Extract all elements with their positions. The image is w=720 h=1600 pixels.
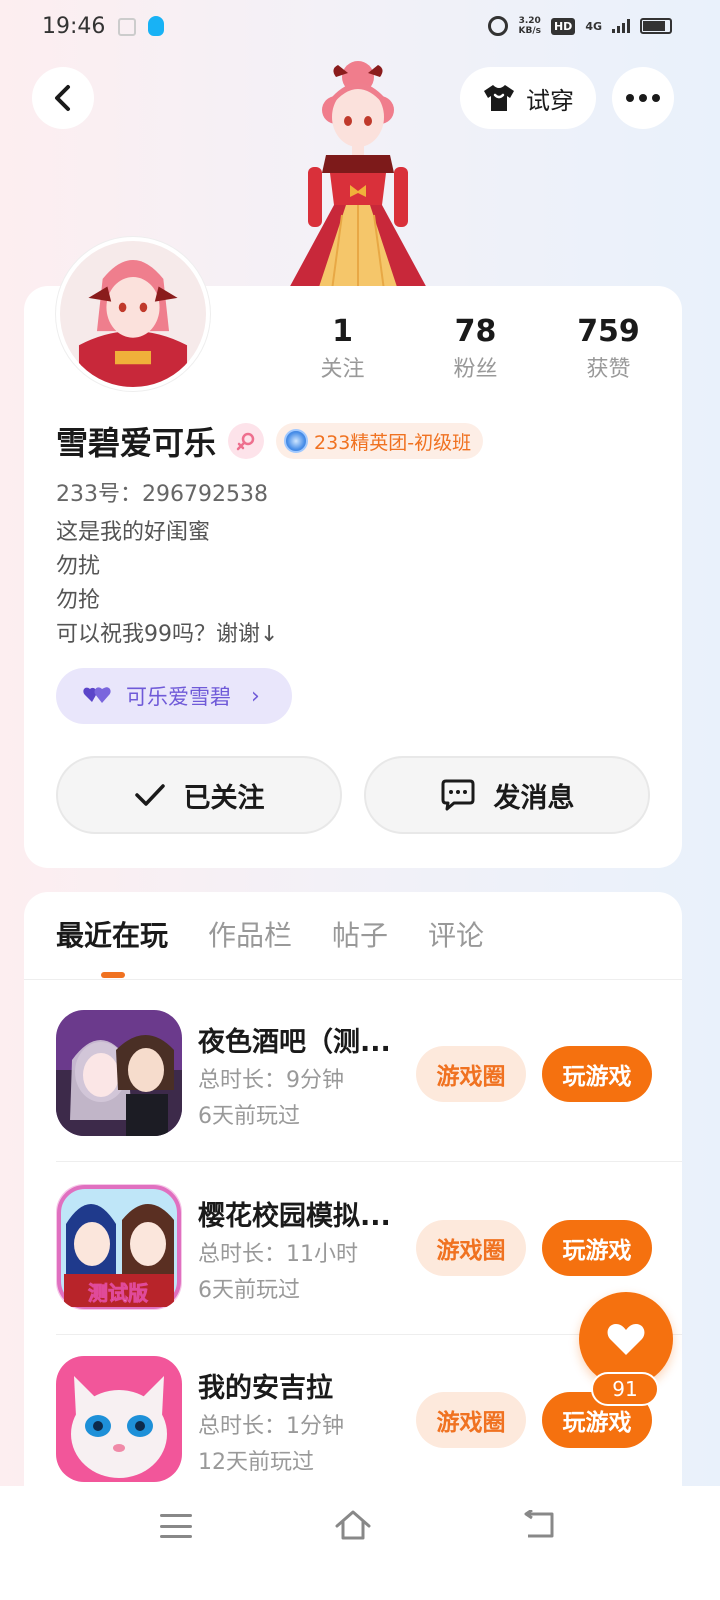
game-circle-button[interactable]: 游戏圈 [416, 1046, 526, 1102]
user-id: 233号：296792538 [56, 482, 268, 507]
like-count: 91 [591, 1372, 659, 1406]
double-heart-icon [83, 687, 111, 703]
system-nav-bar [0, 1486, 720, 1600]
stat-value: 1 [332, 314, 353, 349]
status-time: 19:46 [42, 14, 106, 39]
try-on-label: 试穿 [526, 86, 574, 115]
back-nav-icon[interactable] [522, 1510, 556, 1540]
bio-line: 勿扰 [56, 554, 101, 579]
friend-tag-label: 可乐爱雪碧 [126, 685, 231, 709]
alarm-icon [488, 16, 509, 36]
game-duration: 总时长：9分钟 [198, 1068, 344, 1093]
female-gender-icon [228, 423, 265, 459]
game-list-item[interactable]: 夜色酒吧（测... 总时长：9分钟 6天前玩过 游戏圈 玩游戏 [56, 1010, 682, 1140]
test-version-badge: 测试版 [88, 1281, 148, 1305]
network-type: 4G [585, 19, 602, 33]
net-speed-unit: KB/s [518, 26, 541, 36]
chat-bubble-icon [441, 779, 474, 811]
avatar-character-figure[interactable] [268, 55, 448, 290]
game-circle-button[interactable]: 游戏圈 [416, 1392, 526, 1448]
game-list-item[interactable]: 我的安吉拉 总时长：1分钟 12天前玩过 游戏圈 玩游戏 [56, 1356, 682, 1486]
game-icon-angela [56, 1356, 182, 1482]
bio-line: 可以祝我99吗？谢谢↓ [56, 622, 279, 647]
active-tab-indicator [101, 972, 125, 978]
content-tabs: 最近在玩 作品栏 帖子 评论 [56, 918, 484, 954]
game-last-played: 12天前玩过 [198, 1450, 314, 1475]
game-last-played: 6天前玩过 [198, 1104, 300, 1129]
tab-works[interactable]: 作品栏 [208, 918, 292, 954]
heart-icon [607, 1324, 645, 1355]
game-icon-night-bar [56, 1010, 182, 1136]
stat-likes[interactable]: 759 获赞 [542, 312, 675, 388]
more-dots-icon [626, 94, 660, 102]
game-name: 我的安吉拉 [198, 1373, 333, 1404]
game-name: 夜色酒吧（测... [198, 1027, 391, 1058]
status-bar: 19:46 3.20 KB/s HD 4G [0, 0, 720, 58]
game-name: 樱花校园模拟... [198, 1201, 391, 1232]
chevron-right-icon: › [251, 683, 260, 709]
tshirt-icon [484, 85, 514, 111]
bio-line: 这是我的好闺蜜 [56, 520, 211, 545]
home-icon[interactable] [333, 1508, 373, 1542]
game-circle-button[interactable]: 游戏圈 [416, 1220, 526, 1276]
stat-value: 759 [577, 314, 640, 349]
stat-following[interactable]: 1 关注 [276, 312, 409, 388]
profile-stats: 1 关注 78 粉丝 759 获赞 [276, 312, 676, 388]
medal-icon [284, 429, 309, 453]
menu-icon[interactable] [160, 1514, 192, 1538]
play-game-button[interactable]: 玩游戏 [542, 1220, 652, 1276]
divider [56, 1161, 682, 1162]
check-icon [134, 784, 165, 806]
username: 雪碧爱可乐 [56, 424, 217, 462]
followed-label: 已关注 [183, 782, 265, 814]
title-badge-label: 233精英团-初级班 [314, 431, 472, 454]
play-game-button[interactable]: 玩游戏 [542, 1046, 652, 1102]
net-speed-value: 3.20 [518, 16, 541, 26]
game-last-played: 6天前玩过 [198, 1278, 300, 1303]
friend-tag-button[interactable]: 可乐爱雪碧 › [56, 668, 292, 724]
status-icons: 3.20 KB/s HD 4G [488, 16, 672, 36]
game-duration: 总时长：11小时 [198, 1242, 358, 1267]
hd-icon: HD [550, 17, 576, 35]
send-message-label: 发消息 [493, 782, 575, 814]
bio: 这是我的好闺蜜 勿扰 勿抢 可以祝我99吗？谢谢↓ [56, 516, 278, 652]
stat-label: 获赞 [586, 357, 631, 382]
notification-app-icon [118, 18, 136, 36]
stat-followers[interactable]: 78 粉丝 [409, 312, 542, 388]
username-row: 雪碧爱可乐 233精英团-初级班 [56, 418, 484, 464]
stat-label: 关注 [320, 357, 365, 382]
divider [24, 979, 682, 980]
send-message-button[interactable]: 发消息 [364, 756, 650, 834]
game-icon-sakura-school: 测试版 [56, 1184, 182, 1310]
tab-comments[interactable]: 评论 [428, 918, 484, 954]
back-button[interactable] [32, 67, 94, 129]
stat-value: 78 [454, 314, 497, 349]
more-button[interactable] [612, 67, 674, 129]
followed-button[interactable]: 已关注 [56, 756, 342, 834]
try-on-button[interactable]: 试穿 [460, 67, 596, 129]
qq-icon [148, 16, 164, 36]
signal-icon [612, 19, 630, 33]
tab-recently-played[interactable]: 最近在玩 [56, 918, 168, 954]
chevron-left-icon [55, 85, 70, 111]
game-list-item[interactable]: 测试版 樱花校园模拟... 总时长：11小时 6天前玩过 游戏圈 玩游戏 [56, 1184, 682, 1314]
net-speed: 3.20 KB/s [518, 16, 540, 36]
avatar[interactable] [56, 237, 210, 391]
bio-line: 勿抢 [56, 588, 101, 613]
title-badge[interactable]: 233精英团-初级班 [276, 423, 484, 459]
tab-posts[interactable]: 帖子 [332, 918, 388, 954]
stat-label: 粉丝 [453, 357, 498, 382]
game-duration: 总时长：1分钟 [198, 1414, 344, 1439]
battery-icon [640, 18, 672, 34]
